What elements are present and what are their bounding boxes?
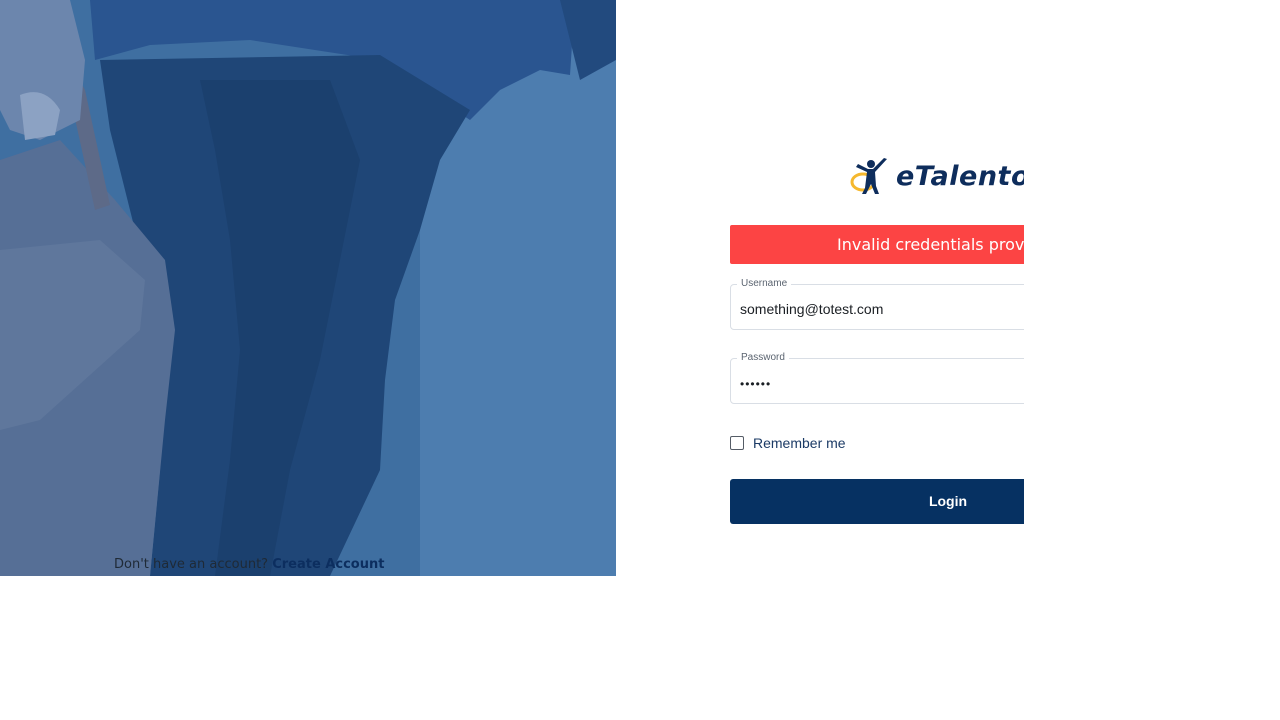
- login-button[interactable]: Login: [730, 479, 1024, 524]
- password-field[interactable]: Password ••••••: [730, 351, 1024, 404]
- remember-me[interactable]: Remember me: [730, 434, 846, 452]
- error-alert-message: Invalid credentials provided: [837, 235, 1024, 254]
- login-form-viewport: eTalento Invalid credentials provided Us…: [730, 150, 1024, 590]
- password-label: Password: [737, 351, 789, 365]
- create-account-link[interactable]: Create Account: [272, 557, 384, 572]
- login-page: eTalento Invalid credentials provided Us…: [0, 0, 1280, 720]
- username-field[interactable]: Username: [730, 277, 1024, 330]
- password-input[interactable]: ••••••: [740, 374, 1024, 394]
- remember-me-label[interactable]: Remember me: [753, 435, 846, 451]
- person-with-raised-arms-icon: [850, 158, 887, 194]
- hero-image: [0, 0, 616, 576]
- signup-prompt-text: Don't have an account?: [114, 557, 269, 572]
- error-alert: Invalid credentials provided: [730, 225, 1024, 264]
- username-label: Username: [737, 277, 792, 291]
- signup-prompt: Don't have an account? Create Account: [114, 557, 384, 572]
- username-input[interactable]: [740, 299, 1024, 319]
- login-panel: eTalento Invalid credentials provided Us…: [616, 0, 1280, 720]
- checkbox-unchecked-icon[interactable]: [730, 436, 744, 450]
- brand-logo: eTalento: [850, 155, 1024, 197]
- brand-name: eTalento: [896, 160, 1024, 192]
